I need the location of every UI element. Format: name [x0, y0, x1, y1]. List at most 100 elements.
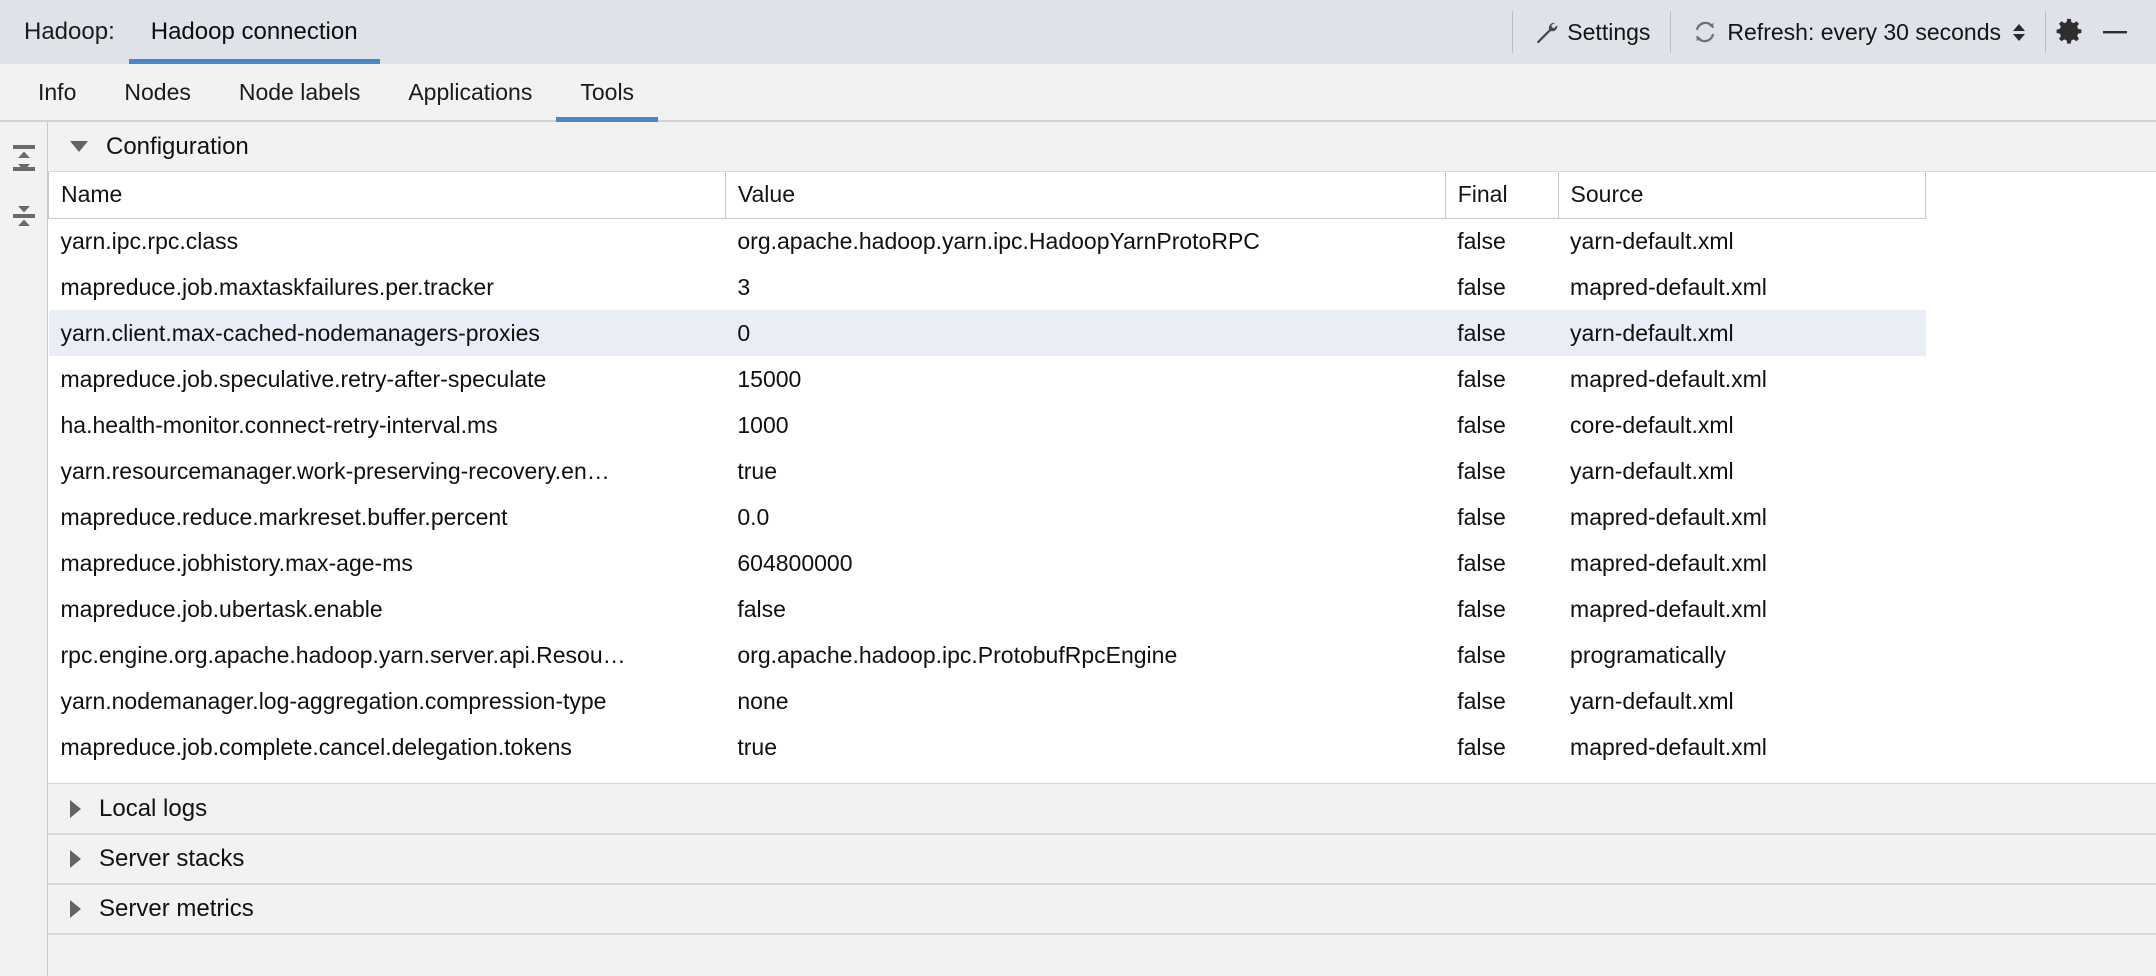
- cell-value: 3: [725, 264, 1445, 310]
- column-header-value[interactable]: Value: [725, 172, 1445, 218]
- chevron-down-icon[interactable]: [70, 141, 88, 152]
- table-row[interactable]: mapreduce.job.complete.cancel.delegation…: [49, 724, 1926, 770]
- cell-final: false: [1445, 448, 1558, 494]
- refresh-icon: [1691, 18, 1719, 46]
- table-header-row: Name Value Final Source: [49, 172, 1926, 218]
- collapse-all-icon: [9, 200, 39, 232]
- cell-name: mapreduce.jobhistory.max-age-ms: [49, 540, 726, 586]
- tools-content: Configuration Name Value Final Source: [48, 122, 2156, 976]
- chevron-right-icon[interactable]: [70, 900, 81, 918]
- cell-value: org.apache.hadoop.ipc.ProtobufRpcEngine: [725, 632, 1445, 678]
- cell-value: 15000: [725, 356, 1445, 402]
- cell-final: false: [1445, 586, 1558, 632]
- section-server-stacks-title: Server stacks: [99, 845, 244, 873]
- cell-source: core-default.xml: [1558, 402, 1925, 448]
- cell-source: programatically: [1558, 632, 1925, 678]
- expand-all-button[interactable]: [4, 138, 44, 178]
- hadoop-label: Hadoop:: [24, 0, 129, 64]
- hadoop-connection-tab-label: Hadoop connection: [151, 18, 358, 45]
- cell-source: mapred-default.xml: [1558, 724, 1925, 770]
- chevron-right-icon[interactable]: [70, 800, 81, 818]
- cell-source: yarn-default.xml: [1558, 678, 1925, 724]
- tab-nodes[interactable]: Nodes: [100, 64, 214, 120]
- cell-value: 604800000: [725, 540, 1445, 586]
- tab-node-labels-label: Node labels: [239, 79, 360, 106]
- chevron-right-icon[interactable]: [70, 850, 81, 868]
- cell-name: yarn.nodemanager.log-aggregation.compres…: [49, 678, 726, 724]
- section-local-logs[interactable]: Local logs: [48, 784, 2156, 834]
- table-row[interactable]: mapreduce.jobhistory.max-age-ms 60480000…: [49, 540, 1926, 586]
- configuration-table-container: Name Value Final Source yarn.ipc.rpc.cla…: [48, 172, 2156, 770]
- table-row[interactable]: mapreduce.job.speculative.retry-after-sp…: [49, 356, 1926, 402]
- column-header-final[interactable]: Final: [1445, 172, 1558, 218]
- cell-value: none: [725, 678, 1445, 724]
- side-toolbar: [0, 122, 48, 976]
- cell-source: mapred-default.xml: [1558, 356, 1925, 402]
- table-row[interactable]: ha.health-monitor.connect-retry-interval…: [49, 402, 1926, 448]
- connection-tab-bar: Hadoop: Hadoop connection: [0, 0, 380, 64]
- cell-name: mapreduce.job.maxtaskfailures.per.tracke…: [49, 264, 726, 310]
- configuration-table-body: yarn.ipc.rpc.class org.apache.hadoop.yar…: [49, 218, 1926, 770]
- cell-final: false: [1445, 724, 1558, 770]
- table-row[interactable]: yarn.resourcemanager.work-preserving-rec…: [49, 448, 1926, 494]
- cell-final: false: [1445, 678, 1558, 724]
- cell-name: yarn.ipc.rpc.class: [49, 218, 726, 264]
- table-row-selected[interactable]: yarn.client.max-cached-nodemanagers-prox…: [49, 310, 1926, 356]
- tools-body: Configuration Name Value Final Source: [0, 122, 2156, 976]
- settings-gear-button[interactable]: [2046, 0, 2092, 64]
- cell-final: false: [1445, 356, 1558, 402]
- cell-final: false: [1445, 540, 1558, 586]
- cell-source: yarn-default.xml: [1558, 448, 1925, 494]
- minimize-icon: [2098, 17, 2132, 47]
- hadoop-tool-window: Hadoop: Hadoop connection Settings: [0, 0, 2156, 976]
- cell-name: mapreduce.job.ubertask.enable: [49, 586, 726, 632]
- tab-tools[interactable]: Tools: [556, 64, 658, 120]
- cell-value: true: [725, 448, 1445, 494]
- table-row[interactable]: rpc.engine.org.apache.hadoop.yarn.server…: [49, 632, 1926, 678]
- cell-source: mapred-default.xml: [1558, 494, 1925, 540]
- cell-value: true: [725, 724, 1445, 770]
- column-header-name[interactable]: Name: [49, 172, 726, 218]
- tab-info-label: Info: [38, 79, 76, 106]
- cell-value: org.apache.hadoop.yarn.ipc.HadoopYarnPro…: [725, 218, 1445, 264]
- wrench-icon: [1533, 19, 1559, 45]
- cell-name: rpc.engine.org.apache.hadoop.yarn.server…: [49, 632, 726, 678]
- table-row[interactable]: yarn.nodemanager.log-aggregation.compres…: [49, 678, 1926, 724]
- cell-source: yarn-default.xml: [1558, 218, 1925, 264]
- cell-name: mapreduce.job.complete.cancel.delegation…: [49, 724, 726, 770]
- settings-label: Settings: [1567, 19, 1650, 46]
- hadoop-connection-tab[interactable]: Hadoop connection: [129, 0, 380, 64]
- cell-final: false: [1445, 310, 1558, 356]
- configuration-table: Name Value Final Source yarn.ipc.rpc.cla…: [48, 172, 1926, 770]
- tab-nodes-label: Nodes: [124, 79, 190, 106]
- cell-final: false: [1445, 494, 1558, 540]
- refresh-interval-label: Refresh: every 30 seconds: [1727, 19, 2001, 46]
- minimize-button[interactable]: [2092, 0, 2138, 64]
- tab-node-labels[interactable]: Node labels: [215, 64, 384, 120]
- tab-info[interactable]: Info: [14, 64, 100, 120]
- settings-button[interactable]: Settings: [1513, 0, 1670, 64]
- table-row[interactable]: mapreduce.job.maxtaskfailures.per.tracke…: [49, 264, 1926, 310]
- refresh-interval-selector[interactable]: Refresh: every 30 seconds: [1671, 0, 2045, 64]
- cell-final: false: [1445, 264, 1558, 310]
- table-row[interactable]: yarn.ipc.rpc.class org.apache.hadoop.yar…: [49, 218, 1926, 264]
- section-configuration-title: Configuration: [106, 133, 249, 161]
- table-row[interactable]: mapreduce.reduce.markreset.buffer.percen…: [49, 494, 1926, 540]
- table-row[interactable]: mapreduce.job.ubertask.enable false fals…: [49, 586, 1926, 632]
- content-bottom-filler: [48, 934, 2156, 976]
- chevron-updown-icon[interactable]: [2013, 24, 2025, 41]
- cell-name: mapreduce.job.speculative.retry-after-sp…: [49, 356, 726, 402]
- tab-tools-label: Tools: [580, 79, 634, 106]
- cell-source: yarn-default.xml: [1558, 310, 1925, 356]
- collapse-all-button[interactable]: [4, 196, 44, 236]
- cell-source: mapred-default.xml: [1558, 264, 1925, 310]
- tab-applications[interactable]: Applications: [384, 64, 556, 120]
- gear-icon: [2054, 17, 2084, 47]
- column-header-source[interactable]: Source: [1558, 172, 1925, 218]
- section-server-metrics[interactable]: Server metrics: [48, 884, 2156, 934]
- section-server-stacks[interactable]: Server stacks: [48, 834, 2156, 884]
- cell-name: ha.health-monitor.connect-retry-interval…: [49, 402, 726, 448]
- section-configuration[interactable]: Configuration: [48, 122, 2156, 172]
- cell-value: 1000: [725, 402, 1445, 448]
- tool-window-header: Hadoop: Hadoop connection Settings: [0, 0, 2156, 64]
